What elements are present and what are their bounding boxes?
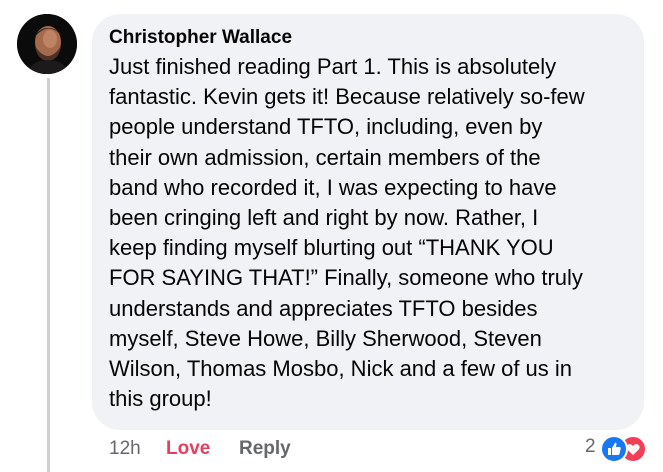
comment-line: band who recorded it, I was expecting to… xyxy=(109,174,557,200)
comment-author[interactable]: Christopher Wallace xyxy=(109,27,292,49)
comment-line: myself, Steve Howe, Billy Sherwood, Stev… xyxy=(109,325,542,351)
comment-line: keep finding myself blurting out “THANK … xyxy=(109,235,554,261)
reaction-summary[interactable]: 2 xyxy=(585,433,655,463)
like-icon xyxy=(600,435,628,463)
comment-line: their own admission, certain members of … xyxy=(109,144,541,170)
comment-line: understands and appreciates TFTO besides xyxy=(109,295,538,321)
comment-timestamp[interactable]: 12h xyxy=(109,438,141,460)
comment-text: Just finished reading Part 1. This is ab… xyxy=(109,52,629,414)
comment-line: this group! xyxy=(109,386,212,412)
reply-button[interactable]: Reply xyxy=(239,438,291,460)
thread-line xyxy=(47,78,50,472)
comment-line: FOR SAYING THAT!” Finally, someone who t… xyxy=(109,265,583,291)
comment-thread: Christopher Wallace Just finished readin… xyxy=(0,0,663,472)
love-button[interactable]: Love xyxy=(166,438,210,460)
comment-line: been cringing left and right by now. Rat… xyxy=(109,205,539,231)
comment-line: fantastic. Kevin gets it! Because relati… xyxy=(109,84,585,110)
comment-line: Just finished reading Part 1. This is ab… xyxy=(109,54,557,79)
comment-line: Wilson, Thomas Mosbo, Nick and a few of … xyxy=(109,356,573,382)
reaction-count: 2 xyxy=(585,436,596,457)
comment-line: people understand TFTO, including, even … xyxy=(109,114,543,140)
profile-photo-icon xyxy=(17,14,77,74)
avatar[interactable] xyxy=(17,14,77,74)
